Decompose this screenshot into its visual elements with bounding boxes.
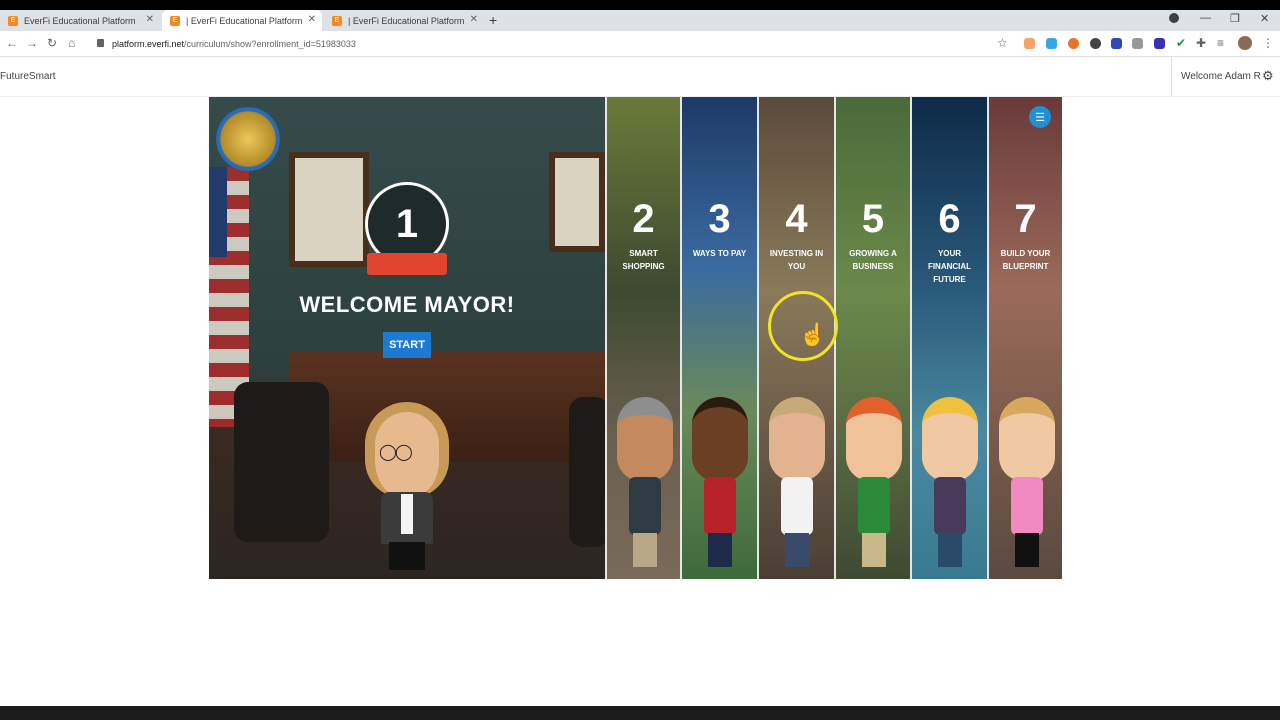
- extension-icon[interactable]: [1132, 38, 1143, 49]
- minimize-icon[interactable]: —: [1200, 12, 1211, 24]
- extension-icon[interactable]: [1154, 38, 1165, 49]
- start-button[interactable]: START: [383, 332, 431, 358]
- browser-tab-3[interactable]: E | EverFi Educational Platform ✕: [324, 10, 484, 31]
- screen-bottom-border: [0, 706, 1280, 720]
- diploma-frame: [549, 152, 605, 252]
- tab-title: | EverFi Educational Platform: [186, 15, 303, 26]
- forward-icon[interactable]: →: [26, 36, 38, 50]
- module-number: 7: [1014, 197, 1037, 241]
- back-icon[interactable]: ←: [6, 36, 18, 50]
- student-character: [769, 397, 825, 572]
- reading-list-icon[interactable]: ≡: [1217, 36, 1224, 50]
- bookmark-star-icon[interactable]: ☆: [997, 36, 1008, 50]
- reload-icon[interactable]: ↻: [47, 36, 57, 50]
- award-badge-icon: [216, 107, 280, 171]
- module-strip-7[interactable]: 7 BUILD YOUR BLUEPRINT: [989, 97, 1062, 579]
- browser-tabstrip: E EverFi Educational Platform ✕ E | Ever…: [0, 10, 1280, 31]
- module-number: 5: [861, 197, 885, 241]
- screen-top-border: [0, 0, 1280, 10]
- chair-image: [569, 397, 609, 547]
- more-menu-icon[interactable]: ⋮: [1262, 36, 1274, 50]
- check-extension-icon[interactable]: ✔: [1176, 36, 1186, 50]
- extension-icon[interactable]: [1111, 38, 1122, 49]
- module-title: BUILD YOUR BLUEPRINT: [1000, 249, 1051, 271]
- module-title: INVESTING IN YOU: [769, 249, 824, 271]
- module-strip-3[interactable]: 3 WAYS TO PAY: [682, 97, 757, 579]
- mayor-office-panel: 1 WELCOME MAYOR! START ◯◯: [209, 97, 609, 579]
- tab-title: EverFi Educational Platform: [24, 15, 136, 26]
- student-character: [692, 397, 748, 572]
- avatar[interactable]: [1238, 36, 1252, 50]
- module-strip-2[interactable]: 2 SMART SHOPPING: [607, 97, 680, 579]
- site-header: FutureSmart Welcome Adam R ⚙: [0, 57, 1280, 97]
- hand-cursor-icon: ☝: [799, 322, 827, 347]
- browser-tab-2[interactable]: E | EverFi Educational Platform ✕: [162, 10, 322, 31]
- module-strip-5[interactable]: 5 GROWING A BUSINESS: [836, 97, 910, 579]
- everfi-favicon-icon: E: [8, 15, 18, 26]
- extension-icon[interactable]: [1046, 38, 1057, 49]
- everfi-favicon-icon: E: [332, 15, 342, 26]
- chair-image: [234, 382, 329, 542]
- browser-toolbar: ← → ↻ ⌂ platform.everfi.net/curriculum/s…: [0, 31, 1280, 57]
- student-character: [999, 397, 1055, 572]
- student-character: [617, 397, 673, 572]
- window-close-icon[interactable]: ✕: [1260, 12, 1269, 25]
- course-stage: 1 WELCOME MAYOR! START ◯◯ 2 SMART SHOPPI…: [209, 97, 1062, 579]
- module-number: 3: [708, 197, 731, 241]
- profile-circle-icon[interactable]: [1169, 13, 1179, 23]
- diploma-frame: [289, 152, 369, 267]
- everfi-favicon-icon: E: [170, 15, 180, 26]
- ribbon-icon: [367, 253, 447, 275]
- browser-tab-1[interactable]: E EverFi Educational Platform ✕: [0, 10, 160, 31]
- close-icon[interactable]: ✕: [470, 14, 478, 25]
- close-icon[interactable]: ✕: [146, 14, 154, 25]
- divider: [1171, 57, 1172, 97]
- extension-icon[interactable]: [1090, 38, 1101, 49]
- module-number: 4: [785, 197, 808, 241]
- student-character: [846, 397, 902, 572]
- home-icon[interactable]: ⌂: [68, 36, 75, 50]
- module-number: 6: [938, 197, 961, 241]
- mayor-character: ◯◯: [359, 402, 455, 572]
- tab-title: | EverFi Educational Platform: [348, 15, 465, 26]
- lock-icon[interactable]: [97, 39, 104, 47]
- module-title: YOUR FINANCIAL FUTURE: [927, 249, 972, 284]
- close-icon[interactable]: ✕: [308, 14, 316, 25]
- restore-icon[interactable]: ❐: [1230, 12, 1240, 25]
- module-title: SMART SHOPPING: [622, 249, 665, 271]
- flag-canton: [209, 167, 227, 257]
- new-tab-icon[interactable]: +: [489, 12, 497, 28]
- puzzle-extensions-icon[interactable]: ✚: [1196, 36, 1206, 50]
- gear-icon[interactable]: ⚙: [1262, 68, 1274, 84]
- module-title: WAYS TO PAY: [692, 249, 747, 258]
- extension-icon[interactable]: [1068, 38, 1079, 49]
- welcome-title: WELCOME MAYOR!: [299, 292, 515, 317]
- extension-icon[interactable]: [1024, 38, 1035, 49]
- student-character: [922, 397, 978, 572]
- futuresmart-logo[interactable]: FutureSmart: [0, 71, 56, 82]
- module-title: GROWING A BUSINESS: [849, 249, 897, 271]
- module-number: 2: [632, 197, 655, 241]
- welcome-user-text[interactable]: Welcome Adam R: [1181, 71, 1261, 82]
- module-strip-6[interactable]: 6 YOUR FINANCIAL FUTURE: [912, 97, 987, 579]
- hamburger-menu-icon[interactable]: ☰: [1029, 106, 1051, 128]
- url-field[interactable]: platform.everfi.net/curriculum/show?enro…: [112, 39, 356, 49]
